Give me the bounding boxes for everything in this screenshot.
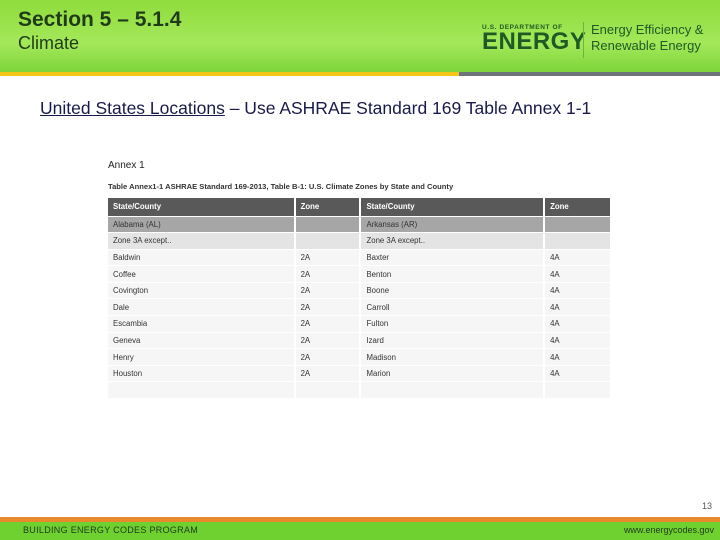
body-heading: United States Locations – Use ASHRAE Sta… [40, 96, 680, 120]
table-cell: 2A [294, 282, 362, 300]
table-cell: 4A [544, 282, 612, 300]
footer-program: BUILDING ENERGY CODES PROGRAM [23, 525, 199, 535]
table-cell [294, 381, 362, 400]
table-row: Dale 2A Carroll 4A [108, 298, 612, 317]
table-cell [544, 381, 612, 400]
table-cell: 2A [294, 249, 362, 267]
table-cell: 2A [294, 332, 362, 350]
table-cell: Madison [360, 348, 546, 366]
page-number: 13 [701, 501, 712, 511]
table-cell: Alabama (AL) [108, 216, 296, 234]
slide-subtitle: Climate [18, 33, 80, 53]
table-cell: Houston [108, 365, 296, 383]
heading-rest: – Use ASHRAE Standard 169 Table Annex 1-… [224, 98, 592, 118]
table-row: Geneva 2A Izard 4A [108, 332, 612, 350]
table-cell: Izard [360, 332, 546, 350]
table-cell: 4A [544, 332, 612, 350]
table-cell [294, 232, 362, 250]
slide-title: Section 5 – 5.1.4 [18, 8, 182, 31]
table-cell: Benton [360, 265, 546, 283]
table-cell: 2A [294, 265, 362, 283]
footer-url[interactable]: www.energycodes.gov [624, 525, 714, 535]
table-row: Escambia 2A Fulton 4A [108, 315, 612, 333]
table-cell: Fulton [360, 315, 546, 333]
table-cell: 4A [544, 315, 612, 333]
table-cell: Zone 3A except.. [108, 232, 296, 250]
table-cell: 4A [544, 298, 612, 317]
table-cell: Marion [360, 365, 546, 383]
eere-line-2: Renewable Energy [591, 38, 701, 53]
us-locations-link[interactable]: United States Locations [40, 98, 225, 118]
table-cell: 2A [294, 298, 362, 317]
table-row: Alabama (AL) Arkansas (AR) [108, 216, 612, 234]
table-cell [544, 232, 612, 250]
table-caption: Table Annex1-1 ASHRAE Standard 169-2013,… [108, 182, 454, 191]
table-cell: Boone [360, 282, 546, 300]
table-cell: Baxter [360, 249, 546, 267]
table-cell: 2A [294, 348, 362, 366]
column-header: Zone [294, 198, 362, 217]
table-cell: Covington [108, 282, 296, 300]
table-row: Zone 3A except.. Zone 3A except.. [108, 232, 612, 250]
column-header: State/County [360, 198, 546, 217]
table-row: Covington 2A Boone 4A [108, 282, 612, 300]
table-cell: Arkansas (AR) [360, 216, 546, 234]
header-stripe-yellow [0, 72, 459, 76]
eere-line-1: Energy Efficiency & [591, 22, 704, 37]
table-row: Coffee 2A Benton 4A [108, 265, 612, 283]
column-header: Zone [544, 198, 612, 217]
table-cell: Escambia [108, 315, 296, 333]
table-cell: 2A [294, 365, 362, 383]
table-cell: Carroll [360, 298, 546, 317]
table-cell: 2A [294, 315, 362, 333]
table-cell: Baldwin [108, 249, 296, 267]
table-cell: 4A [544, 265, 612, 283]
table-cell [108, 381, 296, 400]
table-row: Henry 2A Madison 4A [108, 348, 612, 366]
table-cell: Zone 3A except.. [360, 232, 546, 250]
table-cell: Henry [108, 348, 296, 366]
table-row: Houston 2A Marion 4A [108, 365, 612, 383]
table-cell [360, 381, 546, 400]
table-cell: Geneva [108, 332, 296, 350]
table-row: Baldwin 2A Baxter 4A [108, 249, 612, 267]
column-header: State/County [108, 198, 296, 217]
doe-logo: U.S. DEPARTMENT OF ENERGY [482, 24, 587, 55]
table-cell: Coffee [108, 265, 296, 283]
table-cell: 4A [544, 365, 612, 383]
table-cell: Dale [108, 298, 296, 317]
annex-label: Annex 1 [108, 160, 145, 171]
eere-logo: Energy Efficiency & Renewable Energy [591, 22, 703, 54]
climate-zone-table: State/County Zone State/County Zone Alabama… [108, 198, 612, 400]
table-row [108, 381, 612, 400]
table-cell [294, 216, 362, 234]
header-stripe-grey [459, 72, 720, 76]
logo-divider [583, 22, 584, 58]
doe-logo-big: ENERGY [482, 28, 587, 55]
table-cell: 4A [544, 249, 612, 267]
table-cell [544, 216, 612, 234]
table-cell: 4A [544, 348, 612, 366]
